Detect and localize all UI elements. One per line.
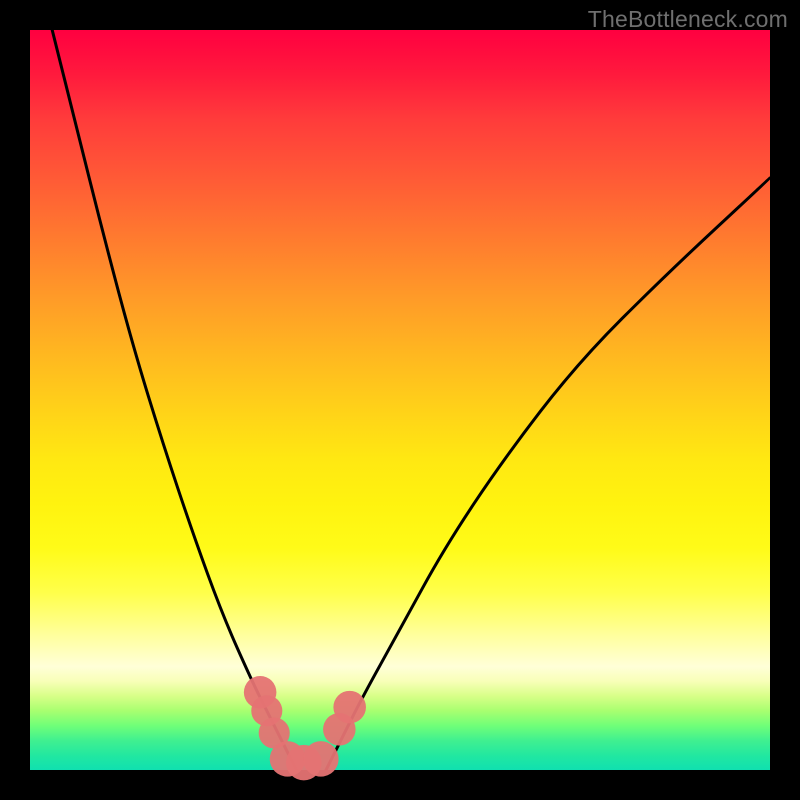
- valley-markers: [244, 676, 366, 780]
- chart-svg: [30, 30, 770, 770]
- right-curve: [326, 178, 770, 770]
- left-curve: [52, 30, 296, 770]
- plot-area: [30, 30, 770, 770]
- outer-frame: TheBottleneck.com: [0, 0, 800, 800]
- watermark-text: TheBottleneck.com: [588, 6, 788, 33]
- right-marker-upper: [333, 691, 366, 724]
- valley-right: [303, 741, 339, 777]
